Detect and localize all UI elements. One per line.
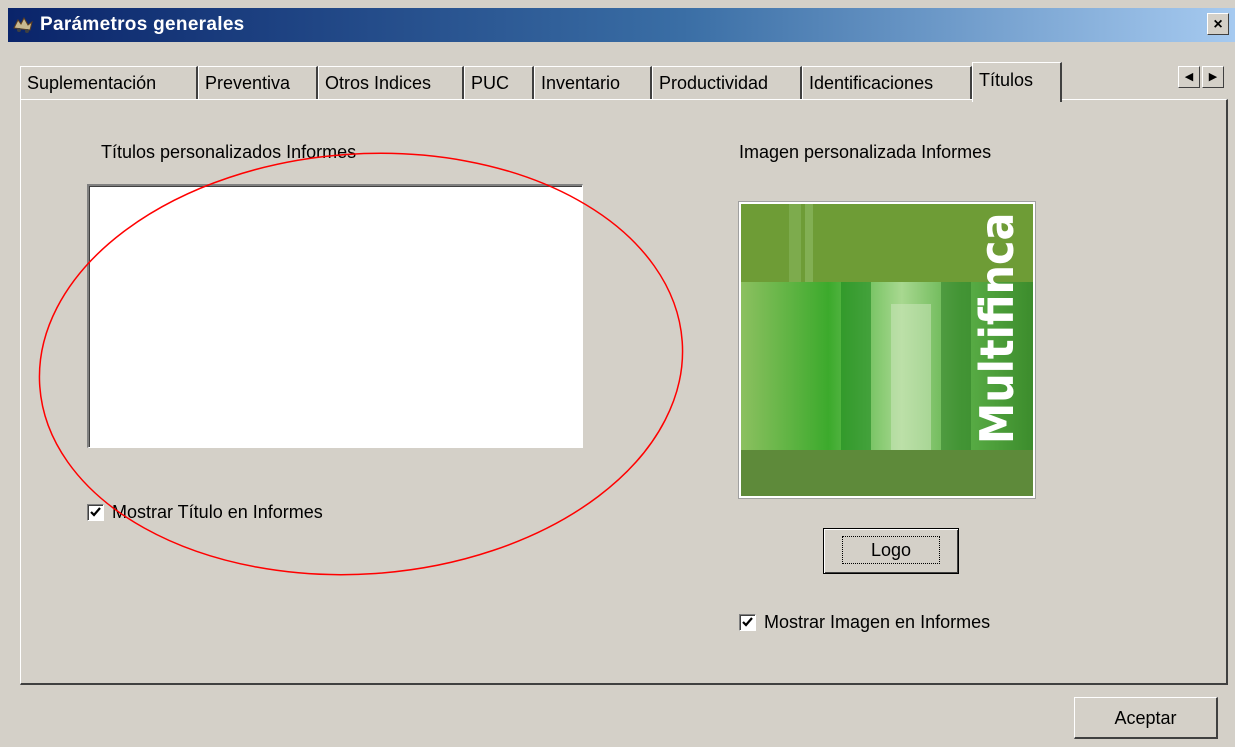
close-button[interactable]: ×	[1207, 13, 1229, 35]
tab-titulos[interactable]: Títulos	[972, 62, 1062, 102]
logo-button[interactable]: Logo	[823, 528, 959, 574]
titulos-panel: Títulos personalizados Informes Mostrar …	[20, 99, 1228, 685]
tab-otros-indices[interactable]: Otros Indices	[318, 66, 464, 100]
tab-puc[interactable]: PUC	[464, 66, 534, 100]
logo-text: Multifinca	[970, 213, 1024, 444]
show-image-label: Mostrar Imagen en Informes	[764, 612, 991, 632]
report-logo-image: Multifinca	[738, 201, 1036, 499]
checkmark-icon	[90, 507, 101, 517]
tab-scroll-buttons: ◀ ▶	[1176, 66, 1224, 88]
logo-button-label: Logo	[841, 536, 941, 564]
show-title-checkbox[interactable]	[87, 504, 104, 521]
app-icon	[13, 16, 33, 33]
tab-scroll-left-icon[interactable]: ◀	[1178, 66, 1200, 88]
tab-preventiva[interactable]: Preventiva	[198, 66, 318, 100]
show-image-checkbox-row[interactable]: Mostrar Imagen en Informes	[739, 612, 990, 633]
tab-strip: Suplementación Preventiva Otros Indices …	[20, 62, 1230, 102]
tab-scroll-right-icon[interactable]: ▶	[1202, 66, 1224, 88]
tab-inventario[interactable]: Inventario	[534, 66, 652, 100]
dialog-window: Parámetros generales × Suplementación Pr…	[0, 0, 1235, 747]
checkmark-icon	[742, 617, 753, 627]
custom-titles-label: Títulos personalizados Informes	[101, 142, 357, 162]
tab-identificaciones[interactable]: Identificaciones	[802, 66, 972, 100]
title-bar[interactable]: Parámetros generales ×	[8, 8, 1235, 42]
accept-button[interactable]: Aceptar	[1074, 697, 1218, 739]
show-title-label: Mostrar Título en Informes	[112, 502, 323, 522]
show-title-checkbox-row[interactable]: Mostrar Título en Informes	[87, 502, 323, 523]
window-title: Parámetros generales	[40, 14, 245, 35]
tab-productividad[interactable]: Productividad	[652, 66, 802, 100]
custom-image-label: Imagen personalizada Informes	[739, 142, 992, 162]
logo-image-graphic: Multifinca	[741, 204, 1033, 496]
tab-suplementacion[interactable]: Suplementación	[20, 66, 198, 100]
custom-titles-textarea[interactable]	[87, 184, 583, 448]
show-image-checkbox[interactable]	[739, 614, 756, 631]
